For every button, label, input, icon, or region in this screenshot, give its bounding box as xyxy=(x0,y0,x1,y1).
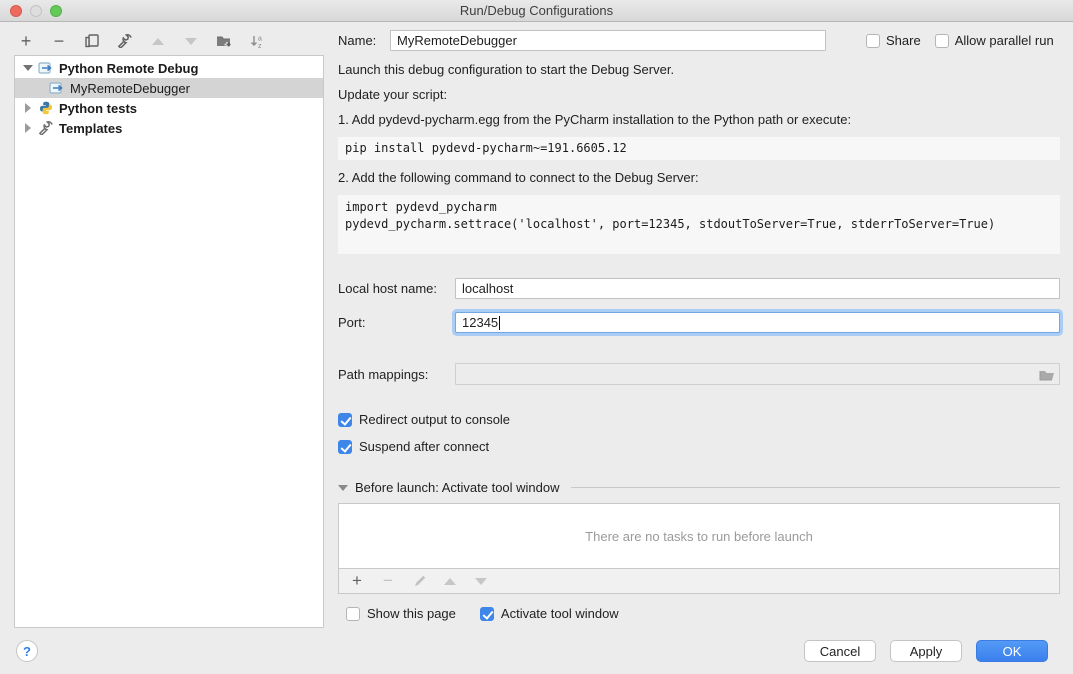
host-label: Local host name: xyxy=(338,281,455,296)
port-input[interactable]: 12345 xyxy=(455,312,1060,333)
configurations-tree: Python Remote Debug MyRemoteDebugger Pyt… xyxy=(14,55,324,628)
activate-tool-window-checkbox[interactable] xyxy=(480,607,494,621)
redirect-output-checkbox[interactable] xyxy=(338,413,352,427)
share-label: Share xyxy=(886,33,921,48)
show-this-page-checkbox[interactable] xyxy=(346,607,360,621)
tree-item-templates[interactable]: Templates xyxy=(15,118,323,138)
name-label: Name: xyxy=(338,33,390,48)
zoom-window-icon[interactable] xyxy=(50,5,62,17)
configurations-toolbar: + − az xyxy=(18,31,265,51)
settrace-line-1: import pydevd_pycharm xyxy=(345,200,497,214)
edit-defaults-wrench-icon[interactable] xyxy=(117,33,133,49)
remove-task-icon: − xyxy=(380,573,396,589)
suspend-after-connect-checkbox[interactable] xyxy=(338,440,352,454)
title-bar: Run/Debug Configurations xyxy=(0,0,1073,22)
chevron-down-icon[interactable] xyxy=(23,65,33,71)
cancel-button[interactable]: Cancel xyxy=(804,640,876,662)
python-icon xyxy=(38,100,54,116)
redirect-output-label: Redirect output to console xyxy=(359,412,510,427)
tree-item-python-tests[interactable]: Python tests xyxy=(15,98,323,118)
close-window-icon[interactable] xyxy=(10,5,22,17)
redirect-output-option[interactable]: Redirect output to console xyxy=(338,412,1060,427)
move-up-icon xyxy=(150,33,166,49)
browse-folder-icon[interactable] xyxy=(1039,368,1055,381)
suspend-after-connect-option[interactable]: Suspend after connect xyxy=(338,439,1060,454)
svg-text:z: z xyxy=(258,43,262,49)
port-value: 12345 xyxy=(462,315,498,330)
remote-debug-config-icon xyxy=(49,80,65,96)
new-folder-icon[interactable] xyxy=(216,33,232,49)
chevron-down-icon[interactable] xyxy=(338,485,348,491)
apply-button[interactable]: Apply xyxy=(890,640,962,662)
allow-parallel-option[interactable]: Allow parallel run xyxy=(935,33,1054,48)
share-checkbox[interactable] xyxy=(866,34,880,48)
chevron-right-icon[interactable] xyxy=(23,103,33,113)
activate-tool-window-label: Activate tool window xyxy=(501,606,619,621)
text-caret xyxy=(499,316,500,330)
instruction-line-2: Update your script: xyxy=(338,87,1060,102)
instruction-line-1: Launch this debug configuration to start… xyxy=(338,62,1060,77)
before-launch-task-list[interactable]: There are no tasks to run before launch xyxy=(338,503,1060,569)
svg-text:a: a xyxy=(258,35,262,42)
path-mappings-input[interactable] xyxy=(455,363,1060,385)
tree-item-label: Python tests xyxy=(59,101,137,116)
copy-icon[interactable] xyxy=(84,33,100,49)
instruction-step-1: 1. Add pydevd-pycharm.egg from the PyCha… xyxy=(338,112,1060,127)
host-input[interactable] xyxy=(455,278,1060,299)
share-option[interactable]: Share xyxy=(866,33,921,48)
task-list-toolbar: + − xyxy=(338,569,1060,594)
traffic-lights xyxy=(10,5,62,17)
window-title: Run/Debug Configurations xyxy=(460,3,613,18)
tree-item-myremotedebugger[interactable]: MyRemoteDebugger xyxy=(15,78,323,98)
port-label: Port: xyxy=(338,315,455,330)
ok-button[interactable]: OK xyxy=(976,640,1048,662)
pip-install-snippet: pip install pydevd-pycharm~=191.6605.12 xyxy=(338,137,1060,160)
edit-task-pencil-icon xyxy=(411,573,427,589)
tree-item-label: MyRemoteDebugger xyxy=(70,81,190,96)
add-task-icon[interactable]: + xyxy=(349,573,365,589)
settrace-line-2: pydevd_pycharm.settrace('localhost', por… xyxy=(345,217,995,231)
tree-item-label: Templates xyxy=(59,121,122,136)
configuration-editor: Name: Share Allow parallel run Launch th… xyxy=(338,30,1060,621)
sort-icon[interactable]: az xyxy=(249,33,265,49)
allow-parallel-label: Allow parallel run xyxy=(955,33,1054,48)
remote-debug-config-icon xyxy=(38,60,54,76)
before-launch-section-header[interactable]: Before launch: Activate tool window xyxy=(338,480,1060,495)
show-this-page-label: Show this page xyxy=(367,606,456,621)
before-launch-title: Before launch: Activate tool window xyxy=(355,480,560,495)
tree-item-python-remote-debug[interactable]: Python Remote Debug xyxy=(15,58,323,78)
path-mappings-label: Path mappings: xyxy=(338,367,455,382)
chevron-right-icon[interactable] xyxy=(23,123,33,133)
dialog-buttons: Cancel Apply OK xyxy=(804,640,1048,662)
remove-icon[interactable]: − xyxy=(51,33,67,49)
minimize-window-icon xyxy=(30,5,42,17)
settrace-snippet: import pydevd_pycharm pydevd_pycharm.set… xyxy=(338,195,1060,254)
tree-item-label: Python Remote Debug xyxy=(59,61,198,76)
allow-parallel-checkbox[interactable] xyxy=(935,34,949,48)
help-button[interactable]: ? xyxy=(16,640,38,662)
section-divider xyxy=(571,487,1060,488)
suspend-after-connect-label: Suspend after connect xyxy=(359,439,489,454)
name-input[interactable] xyxy=(390,30,826,51)
add-icon[interactable]: + xyxy=(18,33,34,49)
empty-task-message: There are no tasks to run before launch xyxy=(585,529,813,544)
move-down-icon xyxy=(183,33,199,49)
move-task-up-icon xyxy=(442,573,458,589)
templates-wrench-icon xyxy=(38,120,54,136)
move-task-down-icon xyxy=(473,573,489,589)
instruction-step-2: 2. Add the following command to connect … xyxy=(338,170,1060,185)
